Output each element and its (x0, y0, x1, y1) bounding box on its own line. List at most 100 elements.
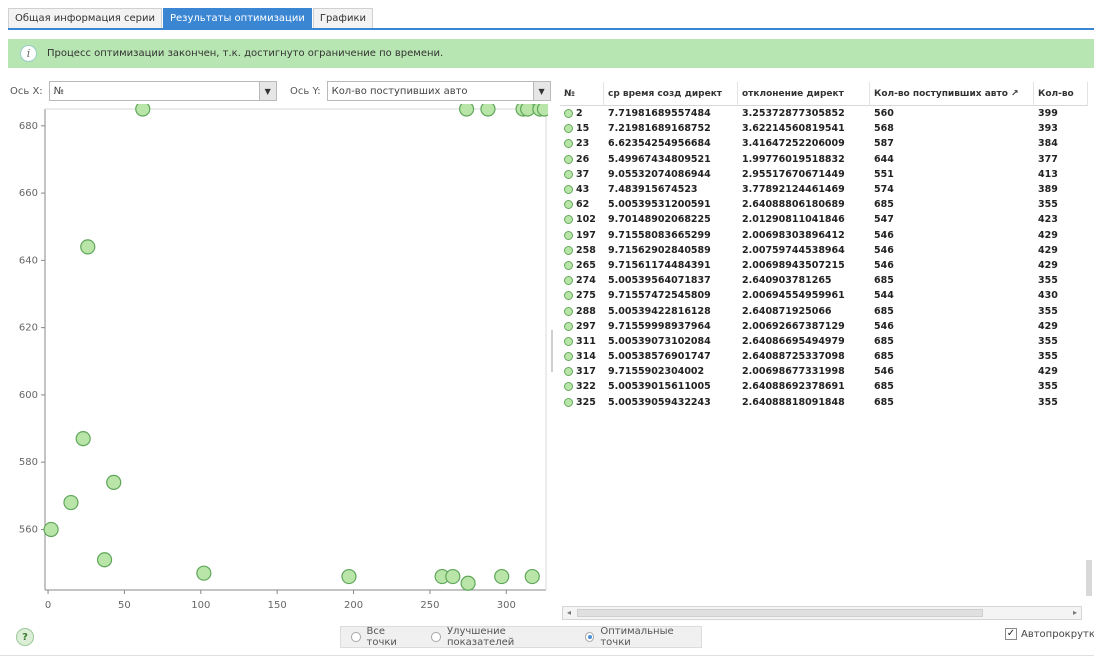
table-header: № ср время созд директ отклонение директ… (560, 82, 1088, 106)
tab-series-info[interactable]: Общая информация серии (8, 8, 162, 28)
table-cell: 9.71558083665299 (608, 229, 711, 241)
data-point (80, 239, 96, 255)
point-marker-icon (564, 185, 573, 195)
table-row[interactable]: 37 9.05532074086944 2.95517670671449 551 413 (560, 167, 1088, 182)
chevron-down-icon[interactable]: ▼ (258, 82, 276, 100)
table-cell: 2.64086695494979 (742, 335, 845, 347)
row-number: 197 (576, 229, 596, 241)
tab-optimization-results[interactable]: Результаты оптимизации (163, 8, 312, 28)
row-number-cell: 23 (560, 138, 604, 149)
x-tick-label: 200 (344, 600, 363, 611)
tab-graphs[interactable]: Графики (312, 8, 374, 28)
table-cell: 685 (874, 381, 894, 393)
table-cell: 389 (1038, 184, 1058, 196)
column-header-count[interactable]: Кол-во (1034, 82, 1088, 106)
y-tick-label: 620 (19, 323, 38, 334)
row-number-cell: 314 (560, 351, 604, 362)
x-tick-label: 300 (497, 600, 516, 611)
table-cell: 560 (874, 108, 894, 120)
axis-y-select[interactable]: Кол-во поступивших авто ▼ (326, 81, 551, 101)
data-point (536, 104, 548, 117)
row-number-cell: 275 (560, 290, 604, 301)
table-cell: 355 (1038, 381, 1058, 393)
table-row[interactable]: 258 9.71562902840589 2.00759744538964 546 42… (560, 243, 1088, 258)
tab-bar: Общая информация серии Результаты оптими… (8, 8, 1094, 30)
table-row[interactable]: 23 6.62354254956684 3.41647252206009 587 384 (560, 136, 1088, 151)
horizontal-scrollbar[interactable]: ◂ ▸ (562, 606, 1082, 620)
table-row[interactable]: 265 9.71561174484391 2.00698943507215 546 42… (560, 258, 1088, 273)
table-row[interactable]: 26 5.49967434809521 1.99776019518832 644 377 (560, 152, 1088, 167)
table-row[interactable]: 322 5.00539015611005 2.64088692378691 685 35… (560, 379, 1088, 394)
row-number-cell: 317 (560, 366, 604, 377)
row-number-cell: 265 (560, 260, 604, 271)
row-number: 274 (576, 275, 596, 287)
point-marker-icon (564, 260, 573, 270)
axis-x-select[interactable]: № ▼ (48, 81, 277, 101)
row-number-cell: 325 (560, 397, 604, 408)
column-header-cars-received[interactable]: Кол-во поступивших авто ↗ (870, 82, 1034, 106)
table-cell: 355 (1038, 335, 1058, 347)
data-point (524, 568, 540, 585)
table-row[interactable]: 288 5.00539422816128 2.640871925066 685 355 (560, 303, 1088, 318)
splitter-handle[interactable] (551, 330, 553, 372)
row-number: 317 (576, 366, 596, 378)
table-row[interactable]: 62 5.00539531200591 2.64088806180689 685 355 (560, 197, 1088, 212)
table-cell: 546 (874, 259, 894, 271)
column-header-deviation[interactable]: отклонение директ (738, 82, 870, 106)
point-filter-group: Все точки Улучшение показателей Оптималь… (340, 626, 702, 648)
table-cell: 9.71557472545809 (608, 290, 711, 302)
row-number: 258 (576, 244, 596, 256)
table-row[interactable]: 275 9.71557472545809 2.00694554959961 544 43… (560, 288, 1088, 303)
y-tick-label: 580 (19, 457, 38, 468)
table-cell: 5.00539564071837 (608, 275, 711, 287)
scroll-left-icon[interactable]: ◂ (563, 607, 575, 619)
row-number: 26 (576, 153, 590, 165)
radio-optimal-points[interactable]: Оптимальные точки (584, 626, 701, 648)
table-row[interactable]: 314 5.00538576901747 2.64088725337098 685 35… (560, 349, 1088, 364)
point-marker-icon (564, 124, 573, 134)
checkbox-icon[interactable]: ✓ (1005, 628, 1017, 640)
row-number: 325 (576, 396, 596, 408)
table-row[interactable]: 43 7.483915674523 3.77892124461469 574 389 (560, 182, 1088, 197)
table-cell: 430 (1038, 290, 1058, 302)
table-cell: 9.7155902304002 (608, 366, 705, 378)
y-tick-label: 680 (19, 121, 38, 132)
row-number: 37 (576, 168, 590, 180)
scrollbar-thumb[interactable] (577, 609, 983, 617)
table-cell: 547 (874, 214, 894, 226)
table-row[interactable]: 197 9.71558083665299 2.00698303896412 546 42… (560, 228, 1088, 243)
table-cell: 355 (1038, 351, 1058, 363)
chevron-down-icon[interactable]: ▼ (532, 82, 550, 100)
table-row[interactable]: 274 5.00539564071837 2.640903781265 685 355 (560, 273, 1088, 288)
row-number-cell: 197 (560, 230, 604, 241)
radio-all-points[interactable]: Все точки (351, 626, 415, 648)
data-point (63, 494, 79, 511)
table-cell: 5.00539422816128 (608, 305, 711, 317)
radio-improvement[interactable]: Улучшение показателей (431, 626, 568, 648)
table-cell: 685 (874, 275, 894, 287)
column-header-avg-time[interactable]: ср время созд директ (604, 82, 738, 106)
row-number: 322 (576, 381, 596, 393)
data-point (480, 104, 496, 117)
point-marker-icon (564, 169, 573, 179)
table-cell: 685 (874, 335, 894, 347)
table-row[interactable]: 317 9.7155902304002 2.00698677331998 546 429 (560, 364, 1088, 379)
table-cell: 546 (874, 366, 894, 378)
column-header-number[interactable]: № (560, 82, 604, 106)
scroll-right-icon[interactable]: ▸ (1069, 607, 1081, 619)
table-row[interactable]: 311 5.00539073102084 2.64086695494979 685 35… (560, 334, 1088, 349)
table-row[interactable]: 325 5.00539059432243 2.64088818091848 685 35… (560, 395, 1088, 410)
data-point (75, 431, 91, 447)
table-row[interactable]: 297 9.71559998937964 2.00692667387129 546 42… (560, 319, 1088, 334)
row-number-cell: 288 (560, 306, 604, 317)
table-cell: 2.00698943507215 (742, 259, 845, 271)
row-number-cell: 274 (560, 275, 604, 286)
autoscroll-toggle[interactable]: ✓ Автопрокрутка (1005, 628, 1094, 640)
table-cell: 7.71981689557484 (608, 108, 711, 120)
vertical-scrollbar[interactable] (1086, 560, 1092, 596)
table-cell: 3.41647252206009 (742, 138, 845, 150)
table-row[interactable]: 102 9.70148902068225 2.01290811041846 547 42… (560, 212, 1088, 227)
table-row[interactable]: 15 7.21981689168752 3.62214560819541 568 393 (560, 121, 1088, 136)
help-icon[interactable]: ? (16, 628, 34, 646)
table-row[interactable]: 2 7.71981689557484 3.25372877305852 560 399 (560, 106, 1088, 121)
